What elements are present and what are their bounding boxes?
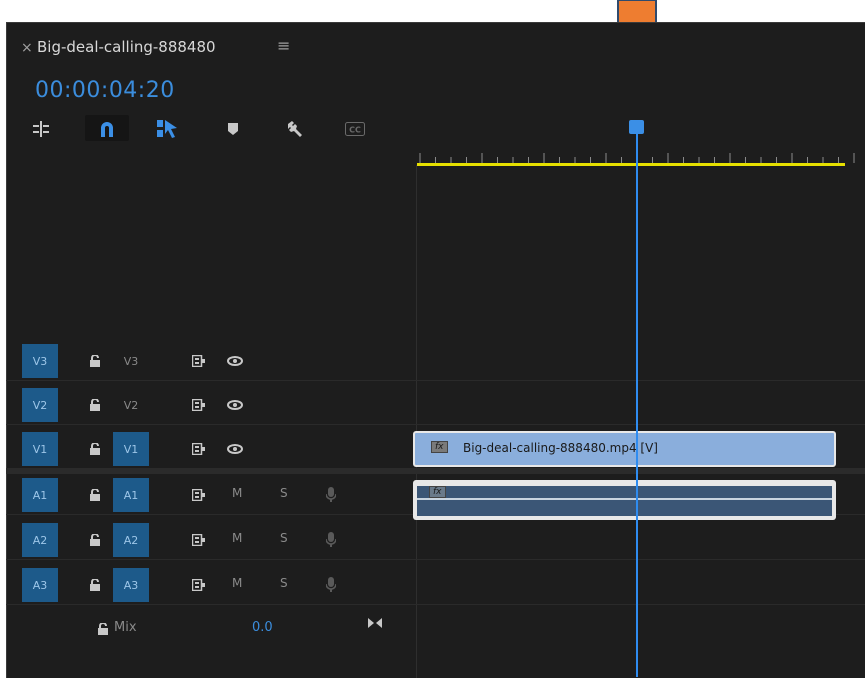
wrench-settings-icon[interactable]	[283, 119, 307, 139]
time-ruler[interactable]	[416, 145, 865, 165]
microphone-icon[interactable]	[320, 484, 342, 506]
track-row-a2: A2 A2 M S	[6, 521, 865, 560]
track-row-mix: Mix 0.0	[6, 610, 865, 648]
source-patch-a2[interactable]: A2	[22, 523, 58, 557]
add-marker-icon[interactable]	[221, 119, 245, 139]
video-clip[interactable]: fx Big-deal-calling-888480.mp4 [V]	[413, 431, 836, 467]
source-patch-v3[interactable]: V3	[22, 344, 58, 378]
eye-visibility-icon[interactable]	[224, 350, 246, 372]
lock-icon[interactable]	[84, 438, 106, 460]
insert-edit-icon[interactable]	[29, 119, 53, 139]
sync-lock-icon[interactable]	[188, 394, 210, 416]
eye-visibility-icon[interactable]	[224, 438, 246, 460]
lock-icon[interactable]	[84, 350, 106, 372]
microphone-icon[interactable]	[320, 529, 342, 551]
track-target-a3[interactable]: A3	[113, 568, 149, 602]
mix-label: Mix	[114, 620, 137, 635]
track-target-v2[interactable]: V2	[113, 388, 149, 422]
sequence-tab-title[interactable]: Big-deal-calling-888480	[37, 38, 216, 56]
linked-selection-icon[interactable]	[155, 119, 179, 139]
mute-button[interactable]: M	[232, 531, 242, 545]
lock-icon[interactable]	[84, 484, 106, 506]
fx-badge: fx	[429, 486, 446, 498]
source-patch-a3[interactable]: A3	[22, 568, 58, 602]
lock-icon[interactable]	[92, 618, 114, 640]
microphone-icon[interactable]	[320, 574, 342, 596]
source-patch-v1[interactable]: V1	[22, 432, 58, 466]
solo-button[interactable]: S	[280, 576, 288, 590]
mix-volume-value[interactable]: 0.0	[252, 620, 273, 635]
solo-button[interactable]: S	[280, 486, 288, 500]
sync-lock-icon[interactable]	[188, 484, 210, 506]
mute-button[interactable]: M	[232, 486, 242, 500]
sync-lock-icon[interactable]	[188, 529, 210, 551]
lock-icon[interactable]	[84, 574, 106, 596]
audio-clip[interactable]: fx	[413, 480, 836, 520]
close-tab-icon[interactable]: ×	[21, 40, 33, 56]
track-target-a1[interactable]: A1	[113, 478, 149, 512]
playhead-handle[interactable]	[629, 120, 644, 134]
eye-visibility-icon[interactable]	[224, 394, 246, 416]
video-clip-label: Big-deal-calling-888480.mp4 [V]	[463, 441, 658, 455]
audio-waveform-line	[417, 498, 832, 500]
audio-clip-body	[417, 486, 832, 516]
playhead-timecode[interactable]: 00:00:04:20	[35, 78, 175, 103]
work-area-bar[interactable]	[417, 163, 845, 166]
track-row-v2: V2 V2	[6, 386, 865, 425]
sync-lock-icon[interactable]	[188, 438, 210, 460]
sync-lock-icon[interactable]	[188, 574, 210, 596]
source-patch-a1[interactable]: A1	[22, 478, 58, 512]
captions-label: CC	[349, 126, 361, 135]
track-target-a2[interactable]: A2	[113, 523, 149, 557]
playhead-line[interactable]	[636, 127, 638, 677]
captions-icon[interactable]: CC	[343, 119, 367, 139]
track-target-v3[interactable]: V3	[113, 344, 149, 378]
source-patch-v2[interactable]: V2	[22, 388, 58, 422]
video-audio-separator[interactable]	[6, 468, 865, 474]
track-row-a3: A3 A3 M S	[6, 566, 865, 605]
sync-lock-icon[interactable]	[188, 350, 210, 372]
mute-button[interactable]: M	[232, 576, 242, 590]
solo-button[interactable]: S	[280, 531, 288, 545]
panel-menu-icon[interactable]: ≡	[277, 36, 290, 55]
snap-magnet-icon[interactable]	[95, 119, 119, 139]
lock-icon[interactable]	[84, 394, 106, 416]
mix-collapse-icon[interactable]	[364, 612, 386, 634]
lock-icon[interactable]	[84, 529, 106, 551]
fx-badge: fx	[431, 441, 448, 453]
track-target-v1[interactable]: V1	[113, 432, 149, 466]
track-row-v3: V3 V3	[6, 342, 865, 381]
